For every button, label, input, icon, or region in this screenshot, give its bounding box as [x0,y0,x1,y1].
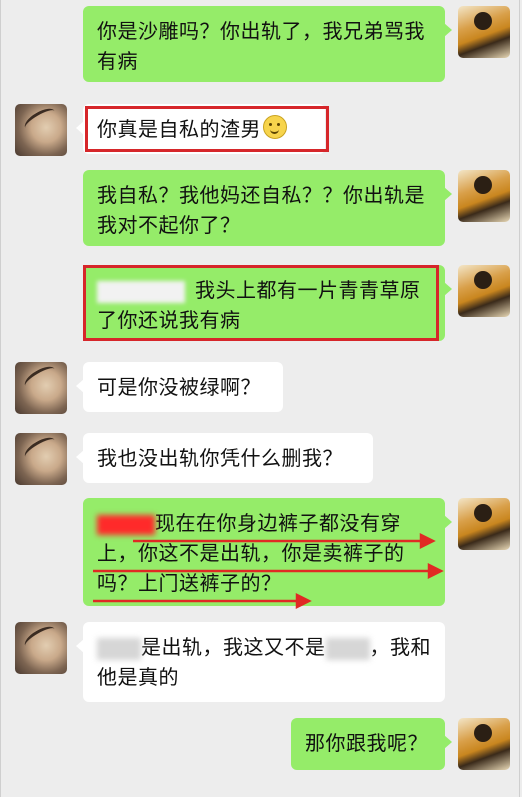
annotation-arrows [93,532,444,610]
arrow-head [295,592,312,610]
chat-window: 你是沙雕吗？你出轨了，我兄弟骂我有病 你真是自私的渣男 我自私？我他妈还自私？？… [0,0,520,797]
arrow-head [427,562,444,580]
arrow-head [419,532,436,550]
